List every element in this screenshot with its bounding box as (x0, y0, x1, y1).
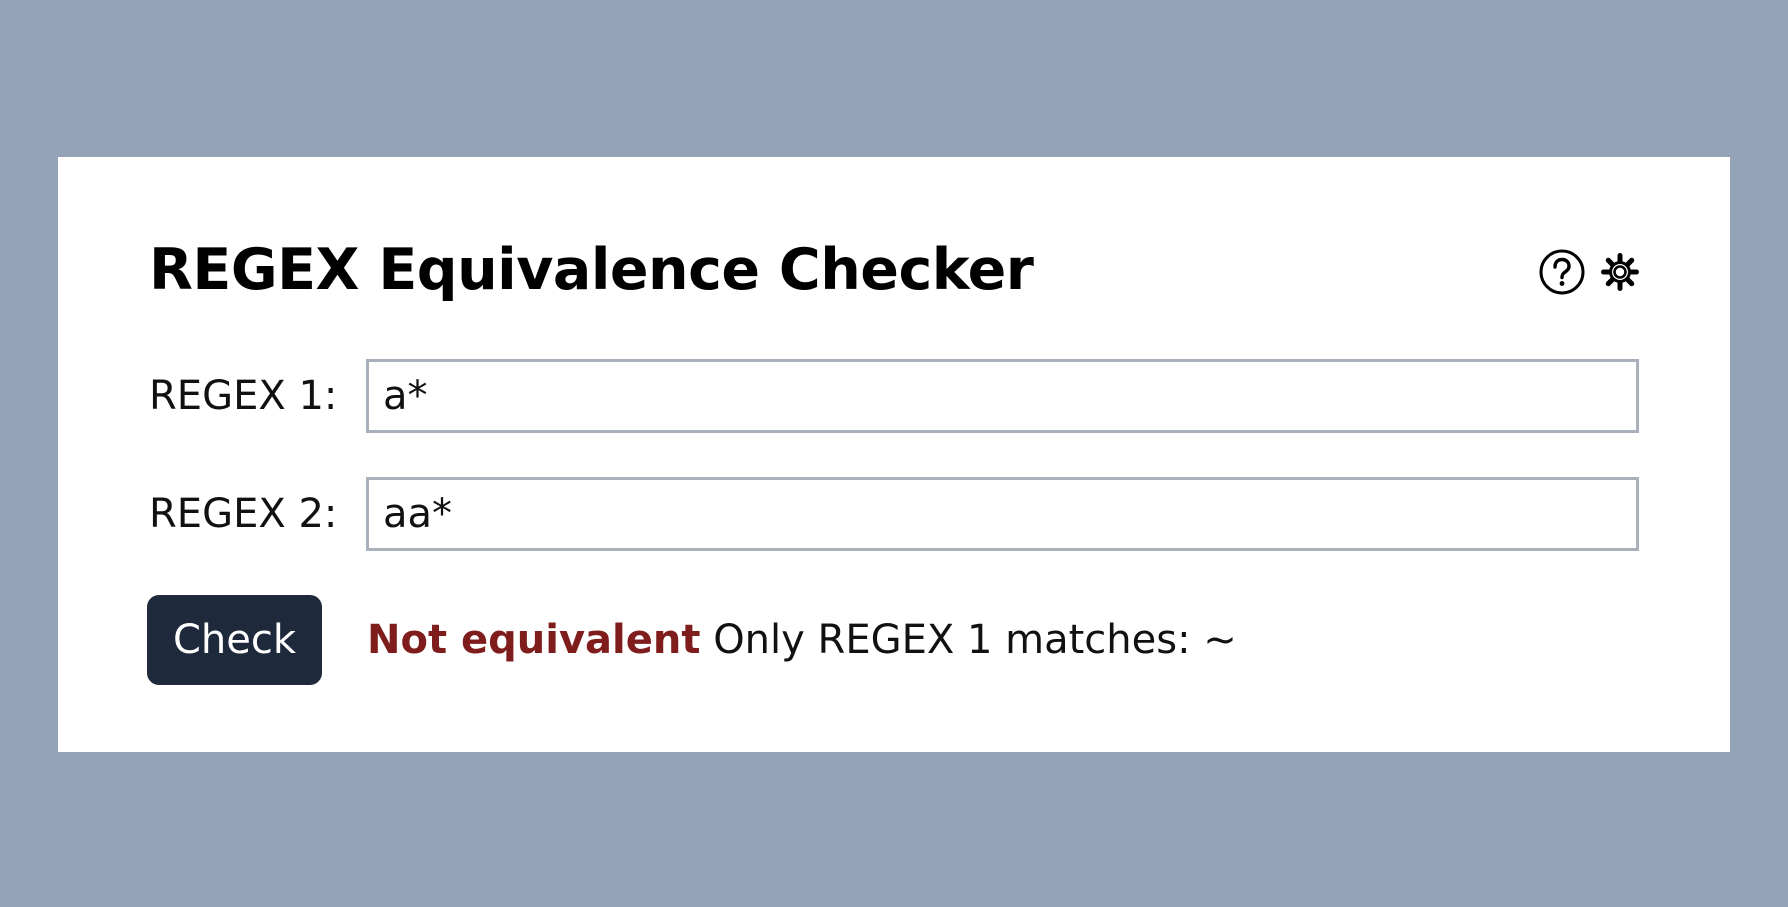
regex2-row: REGEX 2: (149, 477, 1639, 551)
help-button[interactable] (1538, 248, 1586, 296)
result-status: Not equivalent (367, 617, 701, 663)
regex1-row: REGEX 1: (149, 359, 1639, 433)
regex2-input[interactable] (366, 477, 1639, 551)
check-button[interactable]: Check (147, 595, 322, 685)
regex1-label: REGEX 1: (149, 373, 338, 419)
checker-card: REGEX Equivalence Checker REGEX 1: a* RE… (58, 157, 1730, 752)
page-title: REGEX Equivalence Checker (149, 237, 1034, 303)
result-line: Not equivalent Only REGEX 1 matches: ~ (367, 615, 1237, 665)
settings-button[interactable] (1600, 252, 1640, 292)
gear-icon (1601, 253, 1639, 291)
result-message: Only REGEX 1 matches: ~ (713, 617, 1237, 663)
header-actions (1538, 247, 1640, 297)
regex1-input[interactable] (366, 359, 1639, 433)
question-circle-icon (1539, 249, 1585, 295)
regex2-label: REGEX 2: (149, 491, 338, 537)
